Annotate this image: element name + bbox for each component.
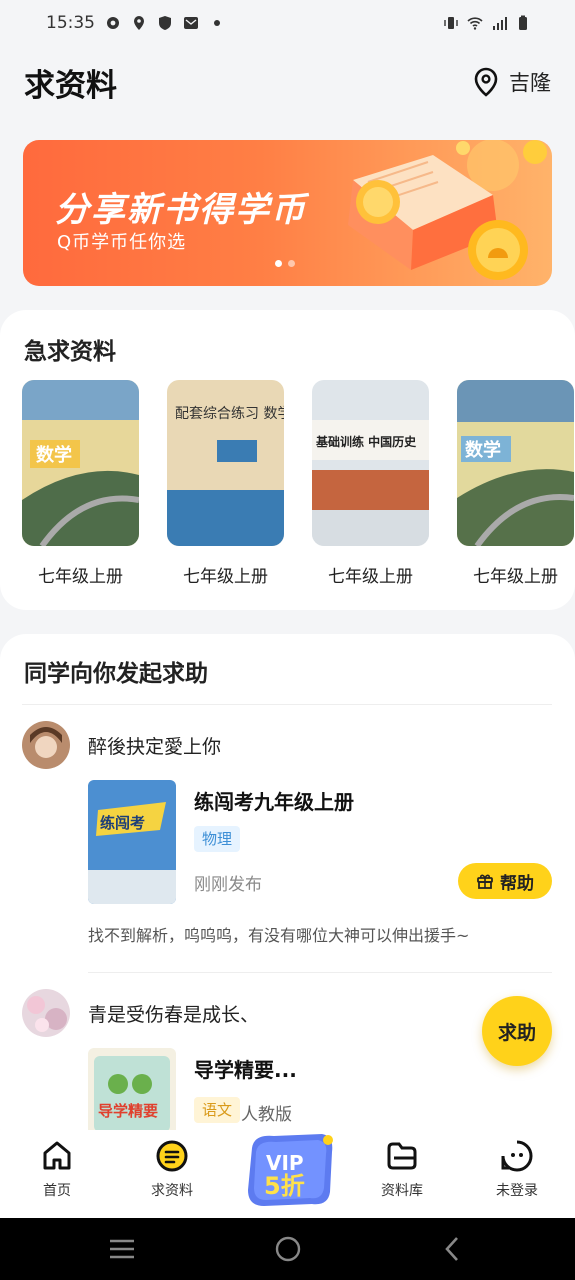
vip-discount-badge[interactable]: VIP 5折 <box>234 1130 342 1210</box>
edition-label: 人教版 <box>241 1105 292 1125</box>
book-cover-text: 数学 <box>465 439 501 461</box>
post-author[interactable]: 醉後抉定愛上你 <box>22 721 221 769</box>
username: 醉後抉定愛上你 <box>88 735 222 758</box>
book-cover-text: 基础训练 中国历史 <box>315 434 417 449</box>
section-title: 急求资料 <box>24 339 116 365</box>
book-cover-image: 数学 <box>22 380 139 546</box>
request-help-fab[interactable]: 求助 <box>482 996 552 1066</box>
post-book-title[interactable]: 练闯考九年级上册 <box>194 786 354 815</box>
urgent-book-list: 数学 七年级上册 配套综合练习 数学 七年级上册 基础训练 中国历史 七年级上册… <box>22 380 574 587</box>
divider <box>22 704 552 705</box>
settings-icon <box>107 17 119 29</box>
location-selector[interactable]: 吉隆 <box>473 67 551 97</box>
bottom-tab-bar: 首页 求资料 VIP 5折 资料库 未登录 <box>0 1130 575 1218</box>
tab-profile[interactable]: 未登录 <box>477 1138 557 1200</box>
promo-banner[interactable]: 分享新书得学币 Q币学币任你选 <box>23 140 552 286</box>
status-bar: 15:35 <box>0 0 575 46</box>
post-author[interactable]: 青是受伤春是成长、 <box>22 989 259 1037</box>
tab-request[interactable]: 求资料 <box>132 1138 212 1200</box>
location-pin-icon <box>474 67 498 97</box>
subject-tag: 物理 <box>194 826 241 852</box>
pagination-dot <box>288 260 295 267</box>
recent-apps-icon[interactable] <box>107 1237 137 1261</box>
request-icon <box>156 1140 188 1172</box>
post-time: 刚刚发布 <box>194 875 262 895</box>
book-label: 七年级上册 <box>473 567 558 587</box>
avatar <box>22 721 70 769</box>
banner-pagination <box>275 260 295 267</box>
urgent-book-item[interactable]: 数学 七年级上册 <box>457 380 574 587</box>
help-requests-card: 同学向你发起求助 醉後抉定愛上你 练闯考 练闯考九年级上册 物理 刚刚发布 帮助… <box>0 634 575 1172</box>
post-book-cover[interactable]: 练闯考 <box>88 780 176 904</box>
vip-line2: 5折 <box>264 1172 305 1200</box>
signal-icon <box>493 17 507 30</box>
book-cover-image: 配套综合练习 数学 <box>167 380 284 546</box>
post-description: 找不到解析，呜呜呜，有没有哪位大神可以伸出援手~ <box>88 926 470 945</box>
battery-icon <box>519 15 527 30</box>
book-label: 七年级上册 <box>38 567 123 587</box>
fab-label: 求助 <box>497 1021 536 1044</box>
gift-icon <box>477 874 493 889</box>
mail-icon <box>184 17 198 29</box>
divider <box>88 972 552 973</box>
help-button[interactable]: 帮助 <box>458 863 552 899</box>
page-title: 求资料 <box>24 67 117 104</box>
urgent-book-item[interactable]: 配套综合练习 数学 七年级上册 <box>167 380 284 587</box>
tab-home[interactable]: 首页 <box>17 1138 97 1200</box>
wifi-icon <box>467 17 483 30</box>
dot-icon <box>214 20 220 26</box>
home-icon <box>43 1141 71 1170</box>
shield-icon <box>159 16 171 30</box>
tab-label: 求资料 <box>151 1183 193 1199</box>
vibrate-icon <box>444 17 458 29</box>
book-cover-image: 基础训练 中国历史 <box>312 380 429 546</box>
book-cover-text: 练闯考 <box>100 814 145 832</box>
section-title: 同学向你发起求助 <box>24 661 208 687</box>
home-circle-icon[interactable] <box>274 1235 302 1263</box>
banner-title: 分享新书得学币 <box>55 190 307 230</box>
book-cover-image: 数学 <box>457 380 574 546</box>
book-cover-text: 导学精要 <box>98 1102 158 1120</box>
tab-library[interactable]: 资料库 <box>362 1138 442 1200</box>
book-label: 七年级上册 <box>328 567 413 587</box>
status-time: 15:35 <box>46 13 95 33</box>
tab-label: 资料库 <box>381 1183 423 1199</box>
banner-subtitle: Q币学币任你选 <box>57 232 187 253</box>
username: 青是受伤春是成长、 <box>88 1003 260 1026</box>
subject-tag: 语文 <box>194 1097 241 1123</box>
back-icon[interactable] <box>442 1235 462 1263</box>
user-icon <box>501 1140 533 1172</box>
urgent-materials-card: 急求资料 数学 七年级上册 配套综合练习 数学 七年级上册 基础训练 中国历史 … <box>0 310 575 610</box>
system-nav-bar <box>0 1218 575 1280</box>
book-cover-text: 配套综合练习 数学 <box>175 406 284 422</box>
help-button-label: 帮助 <box>500 873 534 894</box>
folder-icon <box>387 1142 417 1170</box>
book-label: 七年级上册 <box>183 567 268 587</box>
header: 求资料 吉隆 <box>0 46 575 118</box>
pagination-dot <box>275 260 282 267</box>
avatar <box>22 989 70 1037</box>
post-book-title[interactable]: 导学精要... <box>194 1054 297 1083</box>
book-cover-text: 数学 <box>36 444 72 466</box>
location-icon <box>134 16 144 30</box>
urgent-book-item[interactable]: 基础训练 中国历史 七年级上册 <box>312 380 429 587</box>
location-label: 吉隆 <box>509 71 551 95</box>
urgent-book-item[interactable]: 数学 七年级上册 <box>22 380 139 587</box>
tab-label: 未登录 <box>496 1183 538 1199</box>
tab-label: 首页 <box>43 1183 71 1199</box>
